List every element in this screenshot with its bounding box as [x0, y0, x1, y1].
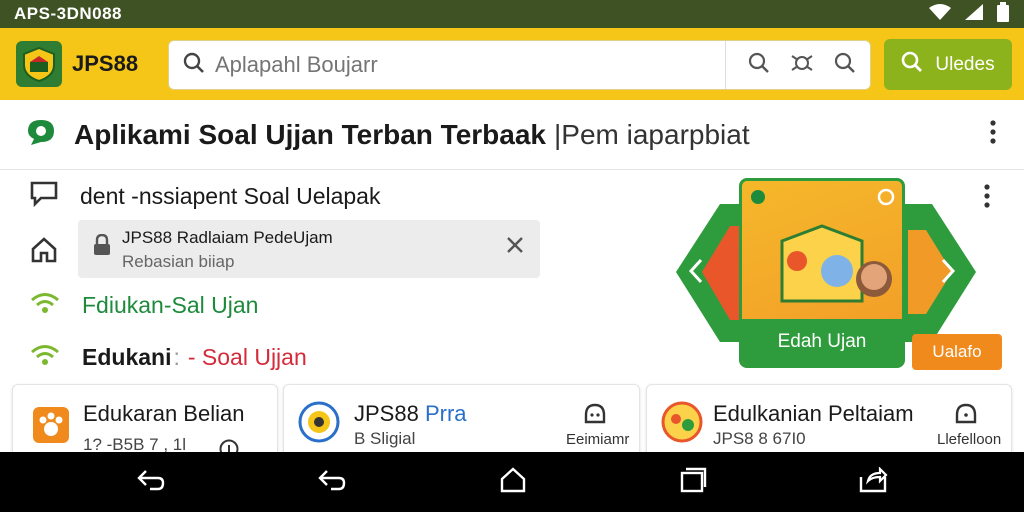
- search-icon: [183, 52, 205, 79]
- banner-prev-icon[interactable]: [688, 258, 704, 289]
- card-subtitle: JPS8 8 67I0: [713, 429, 806, 448]
- search-submit-icon[interactable]: [748, 52, 770, 79]
- home-item[interactable]: [30, 237, 58, 268]
- filter-search-icon[interactable]: [834, 52, 856, 79]
- wifi-icon: [30, 292, 60, 319]
- back-icon[interactable]: [136, 468, 166, 497]
- voice-search-icon[interactable]: [790, 52, 814, 79]
- card-title: JPS88: [354, 401, 425, 426]
- more-options-icon[interactable]: [990, 120, 996, 149]
- search-actions: [725, 41, 856, 89]
- app-bar: JPS88 Uledes: [0, 28, 1024, 100]
- banner-card-footer: Edah Ujan: [742, 319, 902, 365]
- list-item-separator: :: [173, 344, 180, 370]
- bell-icon[interactable]: [953, 403, 979, 434]
- title-bar: Aplikami Soal Ujjan Terban Terbaak |Pem …: [0, 100, 1024, 170]
- system-nav-bar: [0, 452, 1024, 512]
- signal-icon: [964, 3, 984, 26]
- banner-next-icon[interactable]: [940, 258, 956, 289]
- carrier-label: APS-3DN088: [14, 4, 122, 23]
- home-icon[interactable]: [499, 466, 527, 498]
- list-item-edukasi[interactable]: Fdiukan-Sal Ujan: [30, 292, 258, 319]
- list-item-label: dent -nssiapent Soal Uelapak: [80, 183, 381, 209]
- bell-icon[interactable]: [582, 403, 608, 434]
- card-title-highlight: Prra: [424, 401, 467, 426]
- search-bar[interactable]: [168, 40, 871, 90]
- close-icon[interactable]: [506, 236, 524, 259]
- notification-chip[interactable]: JPS88 Radlaiam PedeUjam Rebasian biiap: [78, 220, 540, 278]
- card-subtitle: B Sligial: [354, 429, 416, 448]
- list-item-label: Edukani: [82, 344, 172, 370]
- lock-icon: [92, 233, 112, 261]
- share-icon[interactable]: [858, 465, 888, 498]
- status-bar: APS-3DN088: [0, 0, 1024, 28]
- app-logo[interactable]: [16, 41, 62, 87]
- chip-subtitle: Rebasian biiap: [122, 252, 235, 271]
- undo-icon[interactable]: [317, 468, 347, 497]
- wifi-icon: [30, 344, 60, 371]
- primary-button-label: Uledes: [935, 53, 995, 75]
- list-item-label: Fdiukan-Sal Ujan: [82, 292, 259, 318]
- badge-icon: [298, 401, 340, 448]
- banner-action-button[interactable]: Ualafo: [912, 334, 1002, 370]
- paw-icon: [33, 407, 69, 448]
- chat-bubble-icon: [26, 117, 56, 152]
- card-title: Edukaran Belian: [83, 401, 245, 426]
- banner-card-label: Edah Ujan: [777, 331, 867, 352]
- primary-search-button[interactable]: Uledes: [884, 39, 1012, 90]
- card-action-label[interactable]: Llefelloon: [937, 431, 1001, 448]
- banner-card[interactable]: Edah Ujan: [739, 178, 905, 368]
- banner-more-icon[interactable]: [984, 184, 990, 213]
- list-item-suffix: - Soal Ujjan: [187, 344, 307, 370]
- home-icon: [30, 237, 58, 268]
- message-icon: [30, 181, 58, 212]
- wifi-icon: [928, 3, 952, 26]
- search-icon: [901, 51, 923, 79]
- chip-title: JPS88 Radlaiam PedeUjam: [122, 228, 333, 247]
- fruit-icon: [661, 401, 703, 448]
- list-item-message[interactable]: dent -nssiapent Soal Uelapak: [30, 181, 380, 212]
- page-subtitle: |Pem iaparpbiat: [554, 118, 750, 150]
- page-title: Aplikami Soal Ujjan Terban Terbaak: [74, 118, 546, 150]
- brand-name: JPS88: [72, 51, 139, 76]
- search-input[interactable]: [215, 52, 735, 78]
- card-title: Edulkanian Peltaiam: [713, 401, 914, 426]
- battery-icon: [996, 1, 1010, 27]
- banner-illustration: [751, 188, 895, 303]
- list-item-edukani[interactable]: Edukani : - Soal Ujjan: [30, 344, 307, 371]
- card-action-label[interactable]: Eeimiamr: [566, 431, 629, 448]
- recent-apps-icon[interactable]: [679, 467, 707, 498]
- card-title-group: JPS88 Prra: [354, 401, 467, 427]
